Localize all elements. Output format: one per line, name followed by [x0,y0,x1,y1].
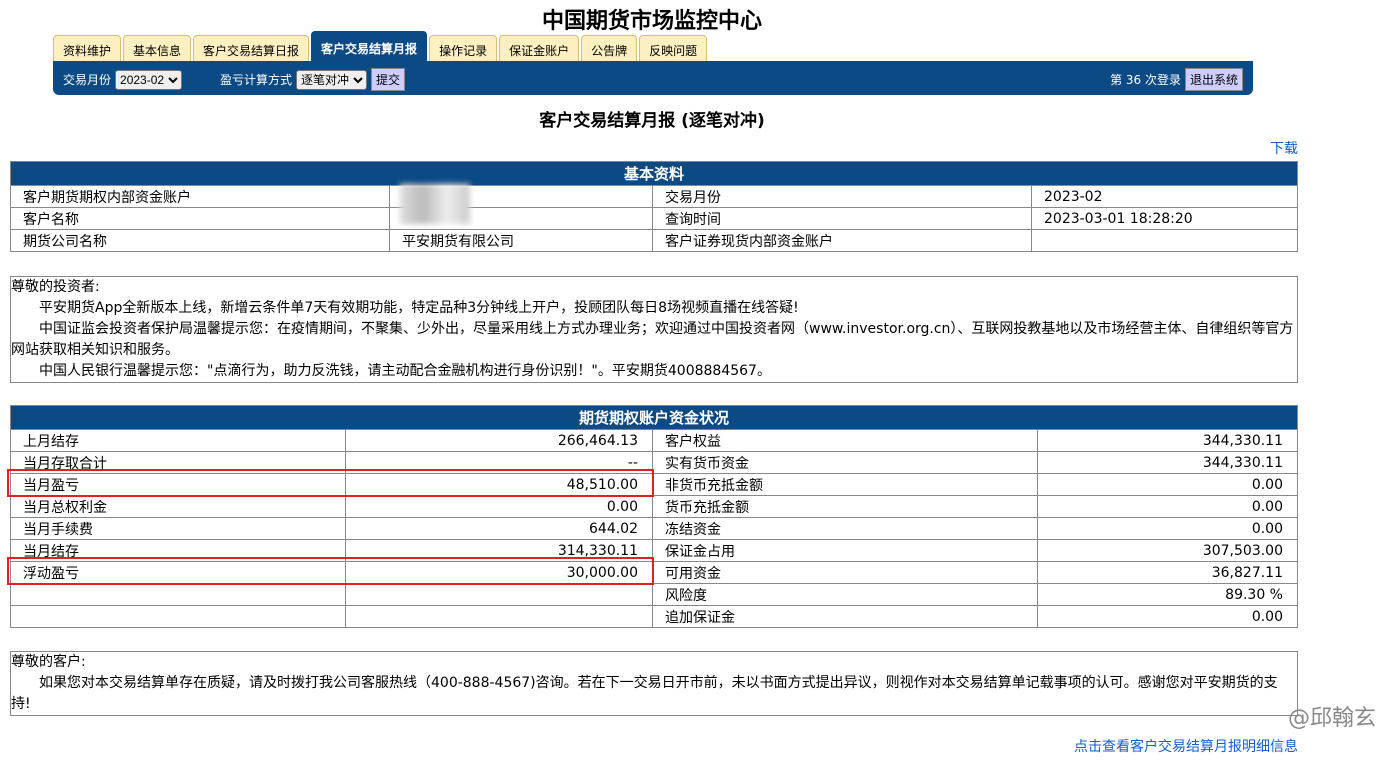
tab-basic-info[interactable]: 基本信息 [123,35,192,62]
main-tabs: 资料维护 基本信息 客户交易结算日报 客户交易结算月报 操作记录 保证金账户 公… [53,31,708,64]
cell: 36,827.11 [1037,561,1298,584]
site-title: 中国期货市场监控中心 [541,9,762,34]
table-row: 客户期货期权内部资金账户 交易月份 2023-02 [10,184,1298,224]
cell: 2023-02 [1031,185,1298,208]
submit-button[interactable]: 提交 [371,68,406,91]
cell: 保证金占用 [652,539,1038,562]
cell [10,583,346,606]
cell: 当月手续费 [10,517,346,540]
notice-line: 中国人民银行温馨提示您："点滴行为，助力反洗钱，请主动配合金融机构进行身份识别！… [39,363,771,379]
table-row: 客户名称 查询时间 2023-03-01 18:28:20 [10,207,1298,230]
cell: 客户权益 [652,429,1038,452]
cell: 实有货币资金 [652,451,1038,474]
tab-bulletin[interactable]: 公告牌 [581,35,638,62]
table-row: 上月结存 266,464.13 客户权益 344,330.11 [10,429,1298,452]
toolbar: 交易月份 2023-02 盈亏计算方式 逐笔对冲 提交 第 36 次登录 退出系… [53,61,1253,95]
cell: 查询时间 [652,207,1032,230]
cell: 风险度 [652,583,1038,606]
cell: 344,330.11 [1037,429,1298,452]
tab-operation-log[interactable]: 操作记录 [429,35,498,62]
tab-margin-account[interactable]: 保证金账户 [499,35,580,62]
cell: 2023-03-01 18:28:20 [1031,207,1298,230]
download-link[interactable]: 下载 [1270,138,1298,158]
cell: 307,503.00 [1037,539,1298,562]
login-count: 第 36 次登录 [1110,73,1181,87]
tab-daily-report[interactable]: 客户交易结算日报 [193,35,310,62]
month-label: 交易月份 [63,73,112,87]
cell: 可用资金 [652,561,1038,584]
cell: 89.30 % [1037,583,1298,606]
notice-greeting: 尊敬的投资者: [11,279,100,295]
cell: 266,464.13 [345,429,653,452]
cell [345,583,653,606]
cell: 客户名称 [10,207,390,230]
cell: 0.00 [1037,495,1298,518]
cell: 货币充抵金额 [652,495,1038,518]
notice-line: 中国证监会投资者保护局温馨提示您：在疫情期间，不聚集、少外出，尽量采用线上方式办… [11,321,1294,358]
monthly-detail-link[interactable]: 点击查看客户交易结算月报明细信息 [1074,736,1298,756]
notice-greeting: 尊敬的客户: [11,654,86,670]
redacted-account [389,184,653,224]
funds-header: 期货期权账户资金状况 [10,405,1298,430]
cell: 0.00 [345,495,653,518]
cell: 644.02 [345,517,653,540]
cell [345,605,653,628]
cell: 非货币充抵金额 [652,473,1038,496]
table-row: 风险度 89.30 % [10,583,1298,606]
cell: 客户期货期权内部资金账户 [10,185,390,208]
tab-monthly-report[interactable]: 客户交易结算月报 [311,31,428,64]
cell: 0.00 [1037,517,1298,540]
tab-data-maintenance[interactable]: 资料维护 [53,35,122,62]
customer-notice: 尊敬的客户: 如果您对本交易结算单存在质疑，请及时拨打我公司客服热线（400-8… [10,651,1298,716]
highlight-monthly-pl [7,469,654,497]
method-select[interactable]: 逐笔对冲 [296,69,368,90]
month-select[interactable]: 2023-02 [115,69,183,90]
cell: 0.00 [1037,473,1298,496]
cell: 0.00 [1037,605,1298,628]
cell: 上月结存 [10,429,346,452]
cell: 平安期货有限公司 [389,229,653,252]
cell: 344,330.11 [1037,451,1298,474]
table-row: 追加保证金 0.00 [10,605,1298,628]
watermark: @邱翰玄 [1287,706,1376,731]
table-row: 当月总权利金 0.00 货币充抵金额 0.00 [10,495,1298,518]
notice-text: 如果您对本交易结算单存在质疑，请及时拨打我公司客服热线（400-888-4567… [11,675,1278,712]
cell: 客户证券现货内部资金账户 [652,229,1032,252]
highlight-floating-pl [7,557,654,585]
basic-info-header: 基本资料 [10,161,1298,186]
cell [1031,229,1298,252]
cell: 交易月份 [652,185,1032,208]
page-title: 客户交易结算月报 (逐笔对冲) [539,111,765,131]
cell: 当月总权利金 [10,495,346,518]
notice-line: 平安期货App全新版本上线，新增云条件单7天有效期功能，特定品种3分钟线上开户，… [39,300,799,316]
cell [10,605,346,628]
table-row: 期货公司名称 平安期货有限公司 客户证券现货内部资金账户 [10,229,1298,252]
logout-button[interactable]: 退出系统 [1184,68,1243,91]
tab-feedback[interactable]: 反映问题 [639,35,708,62]
funds-table: 期货期权账户资金状况 上月结存 266,464.13 客户权益 344,330.11 当… [10,405,1298,628]
cell: 冻结资金 [652,517,1038,540]
basic-info-table: 基本资料 客户期货期权内部资金账户 交易月份 2023-02 客户名称 查询时间 202… [10,161,1298,252]
cell: 追加保证金 [652,605,1038,628]
investor-notice: 尊敬的投资者: 平安期货App全新版本上线，新增云条件单7天有效期功能，特定品种… [10,276,1298,383]
method-label: 盈亏计算方式 [220,73,293,87]
table-row: 当月手续费 644.02 冻结资金 0.00 [10,517,1298,540]
cell: 期货公司名称 [10,229,390,252]
